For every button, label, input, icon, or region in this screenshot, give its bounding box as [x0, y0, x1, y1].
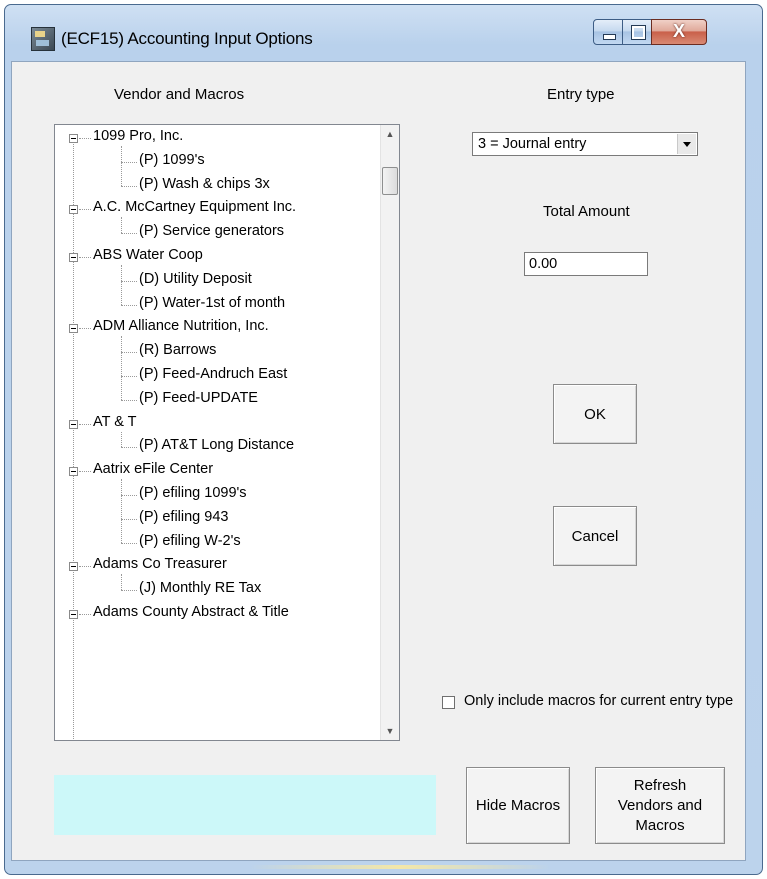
tree-content: 1099 Pro, Inc. (P) 1099's (P) Wash & chips…: [55, 125, 381, 740]
app-icon: [31, 27, 55, 51]
tree-vendor-node[interactable]: AT & T: [93, 414, 137, 435]
tree-connector: [121, 185, 137, 187]
tree-macro-node[interactable]: (P) Feed-Andruch East: [139, 366, 287, 387]
close-button[interactable]: X: [651, 19, 707, 45]
tree-expander-icon[interactable]: [69, 562, 78, 572]
tree-connector: [121, 590, 137, 592]
tree-connector: [73, 135, 74, 740]
tree-vendor-node[interactable]: Aatrix eFile Center: [93, 461, 213, 482]
tree-macro-node[interactable]: (P) Water-1st of month: [139, 295, 285, 316]
tree-macro-node[interactable]: (P) 1099's: [139, 152, 205, 173]
tree-vendor-node[interactable]: 1099 Pro, Inc.: [93, 128, 183, 149]
tree-connector: [121, 146, 122, 186]
tree-connector: [79, 423, 91, 425]
tree-connector: [121, 495, 137, 496]
status-panel: [54, 775, 436, 835]
vendor-and-macros-label: Vendor and Macros: [114, 86, 245, 103]
minimize-button[interactable]: [593, 19, 623, 45]
tree-macro-node[interactable]: (P) Wash & chips 3x: [139, 176, 270, 197]
tree-macro-node[interactable]: (P) efiling 1099's: [139, 485, 247, 506]
tree-vendor-node[interactable]: ABS Water Coop: [93, 247, 203, 268]
vendor-macro-tree[interactable]: 1099 Pro, Inc. (P) 1099's (P) Wash & chips…: [54, 124, 400, 741]
tree-connector: [79, 614, 91, 615]
tree-scrollbar[interactable]: ▲ ▼: [380, 125, 399, 740]
entry-type-label: Entry type: [547, 86, 615, 103]
tree-vendor-node[interactable]: A.C. McCartney Equipment Inc.: [93, 199, 296, 220]
tree-connector: [121, 376, 137, 377]
tree-connector: [121, 431, 122, 448]
scroll-thumb[interactable]: [382, 167, 398, 195]
tree-macro-node[interactable]: (P) AT&T Long Distance: [139, 437, 294, 458]
tree-connector: [121, 574, 122, 591]
ok-button[interactable]: OK: [553, 384, 637, 444]
tree-macro-node[interactable]: (P) Service generators: [139, 223, 284, 244]
total-amount-input[interactable]: 0.00: [524, 252, 648, 276]
tree-expander-icon[interactable]: [69, 205, 78, 215]
close-icon: X: [672, 21, 685, 41]
tree-connector: [79, 257, 91, 258]
tree-connector: [79, 328, 91, 330]
window-frame-glow: [250, 865, 550, 869]
only-include-macros-checkbox[interactable]: [442, 696, 455, 709]
tree-connector: [121, 542, 137, 544]
tree-vendor-node[interactable]: Adams County Abstract & Title: [93, 604, 289, 625]
tree-connector: [121, 336, 122, 400]
tree-macro-node[interactable]: (P) Feed-UPDATE: [139, 390, 258, 411]
tree-connector: [121, 265, 122, 305]
scroll-down-icon[interactable]: ▼: [381, 722, 399, 740]
tree-connector: [121, 479, 122, 543]
tree-connector: [121, 518, 137, 520]
tree-expander-icon[interactable]: [69, 610, 78, 619]
tree-connector: [79, 209, 91, 211]
tree-connector: [121, 217, 122, 234]
cancel-button[interactable]: Cancel: [553, 506, 637, 566]
tree-macro-node[interactable]: (P) efiling 943: [139, 509, 228, 530]
window-title: (ECF15) Accounting Input Options: [61, 29, 313, 48]
dropdown-arrow-icon[interactable]: [677, 134, 696, 154]
only-include-macros-label[interactable]: Only include macros for current entry ty…: [464, 693, 733, 709]
tree-macro-node[interactable]: (R) Barrows: [139, 342, 216, 363]
tree-connector: [79, 471, 91, 473]
maximize-button[interactable]: [622, 19, 652, 45]
scroll-up-icon[interactable]: ▲: [381, 125, 399, 143]
tree-expander-icon[interactable]: [69, 324, 78, 334]
tree-connector: [121, 352, 137, 354]
tree-connector: [79, 566, 91, 568]
tree-macro-node[interactable]: (P) efiling W-2's: [139, 533, 241, 554]
dialog-client-area: Vendor and Macros Entry type 1099 Pro, I…: [11, 61, 746, 861]
maximize-icon: [631, 25, 646, 40]
tree-connector: [79, 138, 91, 139]
tree-expander-icon[interactable]: [69, 419, 78, 429]
tree-connector: [121, 399, 137, 401]
tree-expander-icon[interactable]: [69, 253, 78, 262]
tree-vendor-node[interactable]: Adams Co Treasurer: [93, 556, 227, 577]
tree-connector: [121, 280, 137, 282]
tree-connector: [121, 161, 137, 163]
minimize-icon: [603, 34, 616, 40]
title-bar[interactable]: (ECF15) Accounting Input Options X: [5, 5, 762, 51]
tree-expander-icon[interactable]: [69, 134, 78, 143]
tree-connector: [121, 233, 137, 235]
tree-macro-node[interactable]: (D) Utility Deposit: [139, 271, 252, 292]
hide-macros-button[interactable]: Hide Macros: [466, 767, 570, 844]
tree-macro-node[interactable]: (J) Monthly RE Tax: [139, 580, 261, 601]
entry-type-select[interactable]: 3 = Journal entry: [472, 132, 698, 156]
entry-type-value: 3 = Journal entry: [478, 136, 587, 152]
tree-connector: [121, 304, 137, 306]
tree-vendor-node[interactable]: ADM Alliance Nutrition, Inc.: [93, 318, 269, 339]
tree-expander-icon[interactable]: [69, 467, 78, 477]
total-amount-label: Total Amount: [543, 203, 630, 220]
total-amount-value: 0.00: [529, 256, 558, 272]
tree-connector: [121, 447, 137, 449]
refresh-vendors-and-macros-button[interactable]: Refresh Vendors and Macros: [595, 767, 725, 844]
